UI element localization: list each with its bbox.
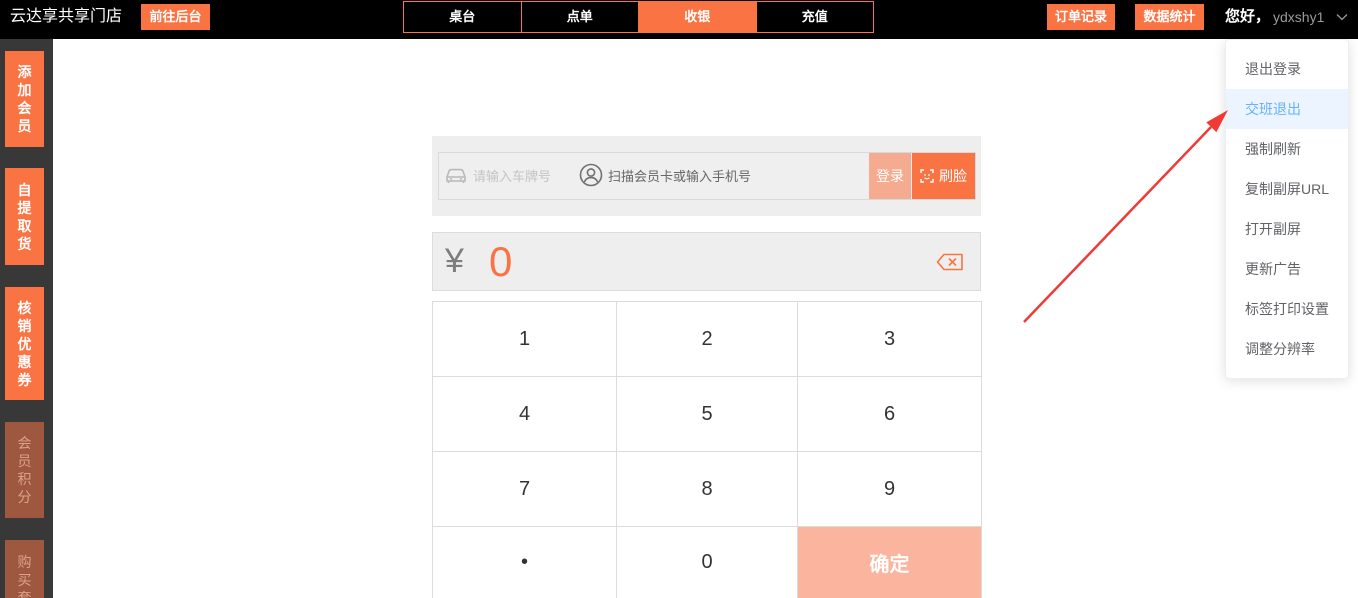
menu-item-copy-screen-url[interactable]: 复制副屏URL — [1226, 169, 1348, 209]
store-name: 云达享共享门店 — [10, 8, 123, 25]
user-dropdown-trigger[interactable]: ydxshy1 — [1273, 0, 1351, 34]
buy-package-label: 购买套 — [17, 554, 32, 598]
member-login-panel: 登录 刷脸 — [432, 136, 981, 216]
menu-item-adjust-resolution[interactable]: 调整分辨率 — [1226, 329, 1348, 369]
buy-package-button[interactable]: 购买套 — [5, 540, 44, 598]
license-plate-input[interactable] — [473, 153, 571, 199]
menu-item-update-ads[interactable]: 更新广告 — [1226, 249, 1348, 289]
menu-item-force-refresh[interactable]: 强制刷新 — [1226, 129, 1348, 169]
key-6[interactable]: 6 — [798, 377, 982, 452]
menu-item-open-second-screen[interactable]: 打开副屏 — [1226, 209, 1348, 249]
redeem-coupon-button[interactable]: 核销优惠券 — [5, 287, 44, 400]
main-nav: 桌台 点单 收银 充值 — [403, 1, 874, 33]
add-member-label: 添加会员 — [17, 64, 32, 134]
face-login-label: 刷脸 — [939, 168, 967, 184]
self-pickup-button[interactable]: 自提取货 — [5, 168, 44, 265]
key-decimal[interactable]: • — [433, 527, 617, 598]
key-9[interactable]: 9 — [798, 452, 982, 527]
face-login-button[interactable]: 刷脸 — [912, 153, 975, 199]
order-records-button[interactable]: 订单记录 — [1047, 4, 1115, 30]
member-card-input[interactable] — [608, 153, 863, 199]
username: ydxshy1 — [1273, 9, 1325, 25]
amount-value: 0 — [489, 238, 513, 285]
greeting: 您好， — [1225, 8, 1271, 25]
key-8[interactable]: 8 — [617, 452, 798, 527]
self-pickup-label: 自提取货 — [17, 181, 32, 252]
member-points-button[interactable]: 会员积分 — [5, 422, 44, 518]
user-dropdown-menu: 退出登录 交班退出 强制刷新 复制副屏URL 打开副屏 更新广告 标签打印设置 … — [1225, 39, 1349, 379]
member-login-bar: 登录 刷脸 — [438, 152, 976, 200]
key-1[interactable]: 1 — [433, 302, 617, 377]
menu-item-shift-logout[interactable]: 交班退出 — [1226, 89, 1348, 129]
backspace-icon[interactable] — [936, 253, 964, 271]
currency-symbol: ¥ — [445, 242, 464, 280]
tab-order[interactable]: 点单 — [522, 2, 639, 32]
go-to-backend-button[interactable]: 前往后台 — [141, 4, 210, 30]
key-3[interactable]: 3 — [798, 302, 982, 377]
sidebar: 添加会员 自提取货 核销优惠券 会员积分 购买套 — [0, 39, 53, 598]
numeric-keypad: 1 2 3 4 5 6 7 8 9 • 0 确定 — [432, 301, 982, 598]
login-button[interactable]: 登录 — [869, 153, 911, 199]
chevron-down-icon — [1336, 14, 1348, 21]
key-7[interactable]: 7 — [433, 452, 617, 527]
tab-recharge[interactable]: 充值 — [757, 2, 874, 32]
key-4[interactable]: 4 — [433, 377, 617, 452]
menu-item-logout[interactable]: 退出登录 — [1226, 49, 1348, 89]
key-0[interactable]: 0 — [617, 527, 798, 598]
face-scan-icon — [920, 169, 934, 183]
menu-item-label-print-settings[interactable]: 标签打印设置 — [1226, 289, 1348, 329]
redeem-coupon-label: 核销优惠券 — [17, 299, 32, 388]
member-points-label: 会员积分 — [17, 435, 32, 505]
key-2[interactable]: 2 — [617, 302, 798, 377]
statistics-button[interactable]: 数据统计 — [1135, 4, 1204, 30]
user-circle-icon — [579, 163, 603, 187]
tab-tables[interactable]: 桌台 — [404, 2, 522, 32]
car-icon — [446, 168, 466, 183]
top-bar: 云达享共享门店 前往后台 桌台 点单 收银 充值 订单记录 数据统计 您好， y… — [0, 0, 1358, 39]
amount-display: ¥ 0 — [432, 232, 981, 291]
key-5[interactable]: 5 — [617, 377, 798, 452]
tab-checkout[interactable]: 收银 — [639, 2, 757, 32]
confirm-button[interactable]: 确定 — [798, 527, 982, 598]
add-member-button[interactable]: 添加会员 — [5, 51, 44, 147]
